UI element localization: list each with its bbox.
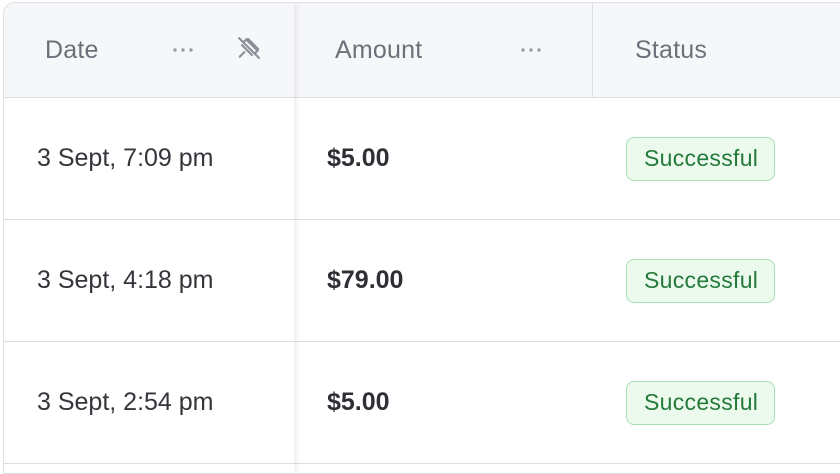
column-header-amount[interactable]: Amount xyxy=(335,3,422,97)
more-horizontal-icon xyxy=(520,47,542,53)
amount-cell: $5.00 xyxy=(327,144,390,172)
column-header-date-label: Date xyxy=(45,35,99,64)
date-cell: 3 Sept, 2:54 pm xyxy=(37,388,214,416)
amount-cell: $79.00 xyxy=(327,266,404,294)
table-row-pinned[interactable]: 3 Sept, 7:09 pm xyxy=(4,98,294,220)
table-row-pinned[interactable]: 3 Sept, 2:54 pm xyxy=(4,342,294,464)
pinned-date-column: Date 3 Sept, 7:09 pm 3 Sept, 4:18 pm 3 S… xyxy=(4,3,294,473)
column-header-date[interactable]: Date xyxy=(4,3,294,98)
column-header-date-cell: Date xyxy=(45,3,99,97)
date-column-menu-button[interactable] xyxy=(168,33,198,67)
date-cell: 3 Sept, 7:09 pm xyxy=(37,144,214,172)
column-header-amount-label: Amount xyxy=(335,35,423,64)
status-cell: Successful xyxy=(626,98,776,219)
unpin-icon xyxy=(235,34,263,67)
status-cell: Successful xyxy=(626,220,776,341)
more-horizontal-icon xyxy=(172,47,194,53)
unpin-column-button[interactable] xyxy=(232,33,266,67)
amount-cell: $5.00 xyxy=(327,388,390,416)
status-cell: Successful xyxy=(626,342,776,463)
column-header-status-label: Status xyxy=(635,35,708,64)
transactions-table: Amount Status $5.00 Successful $79.00 Su… xyxy=(3,2,840,474)
status-badge: Successful xyxy=(626,136,776,181)
date-cell: 3 Sept, 4:18 pm xyxy=(37,266,214,294)
column-resize-handle[interactable] xyxy=(592,3,593,97)
status-badge: Successful xyxy=(626,258,776,303)
column-header-status[interactable]: Status xyxy=(635,3,707,97)
table-row-pinned[interactable]: 3 Sept, 4:18 pm xyxy=(4,220,294,342)
status-badge: Successful xyxy=(626,380,776,425)
amount-column-menu-button[interactable] xyxy=(516,33,546,67)
